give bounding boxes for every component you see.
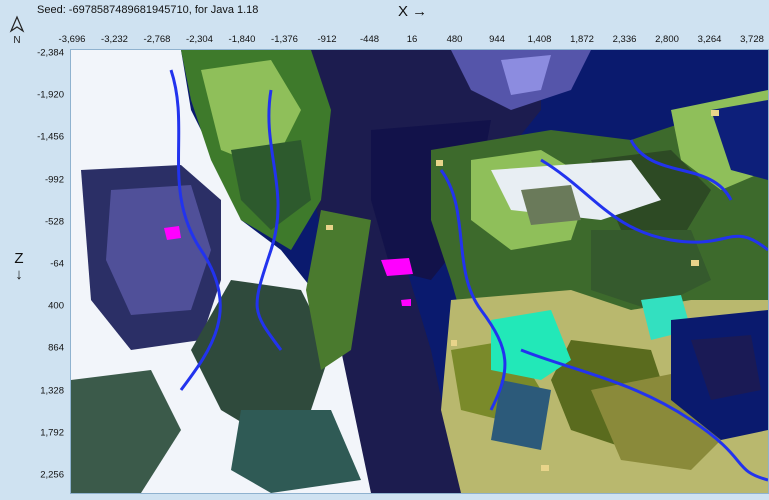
z-tick-label: 864: [48, 342, 64, 354]
mushroom-island-west: [164, 226, 181, 240]
x-tick-label: -448: [359, 34, 380, 45]
x-tick-label: -2,768: [143, 34, 171, 45]
x-tick-label: -912: [317, 34, 337, 45]
x-tick-label: 480: [446, 34, 463, 45]
mushroom-island-small: [401, 299, 411, 306]
z-tick-label: -1,456: [37, 131, 64, 143]
x-tick-label: 2,336: [612, 34, 637, 45]
seed-label: Seed: -6978587489681945710, for Java 1.1…: [37, 4, 259, 16]
x-tick-label: 16: [406, 34, 418, 45]
z-tick-label: -528: [44, 216, 64, 228]
x-tick-label: 1,872: [570, 34, 594, 45]
z-tick-label: 1,328: [40, 385, 64, 397]
z-tick-label: -64: [50, 258, 64, 270]
x-tick-label: 1,408: [527, 34, 552, 45]
z-tick-label: -992: [44, 174, 64, 186]
z-tick-label: 2,256: [40, 469, 64, 481]
x-tick-label: 3,728: [740, 34, 764, 45]
x-axis-label: X →: [398, 3, 428, 20]
z-tick-label: -2,384: [37, 47, 64, 59]
x-tick-label: 944: [489, 34, 505, 45]
x-tick-label: -1,840: [228, 34, 256, 45]
x-tick-label: -3,696: [58, 34, 86, 45]
biome-map[interactable]: [70, 49, 769, 494]
compass-label: N: [13, 35, 20, 45]
x-tick-label: -3,232: [101, 34, 128, 45]
x-tick-label: 2,800: [655, 34, 679, 45]
x-tick-label: -2,304: [186, 34, 213, 45]
north-arrow-icon: N: [9, 15, 25, 45]
z-tick-label: 1,792: [40, 427, 64, 439]
z-tick-label: -1,920: [37, 89, 64, 101]
x-tick-label: 3,264: [697, 34, 722, 45]
x-tick-label: -1,376: [271, 34, 298, 45]
z-tick-label: 400: [48, 300, 64, 312]
stony-peaks: [521, 185, 581, 225]
